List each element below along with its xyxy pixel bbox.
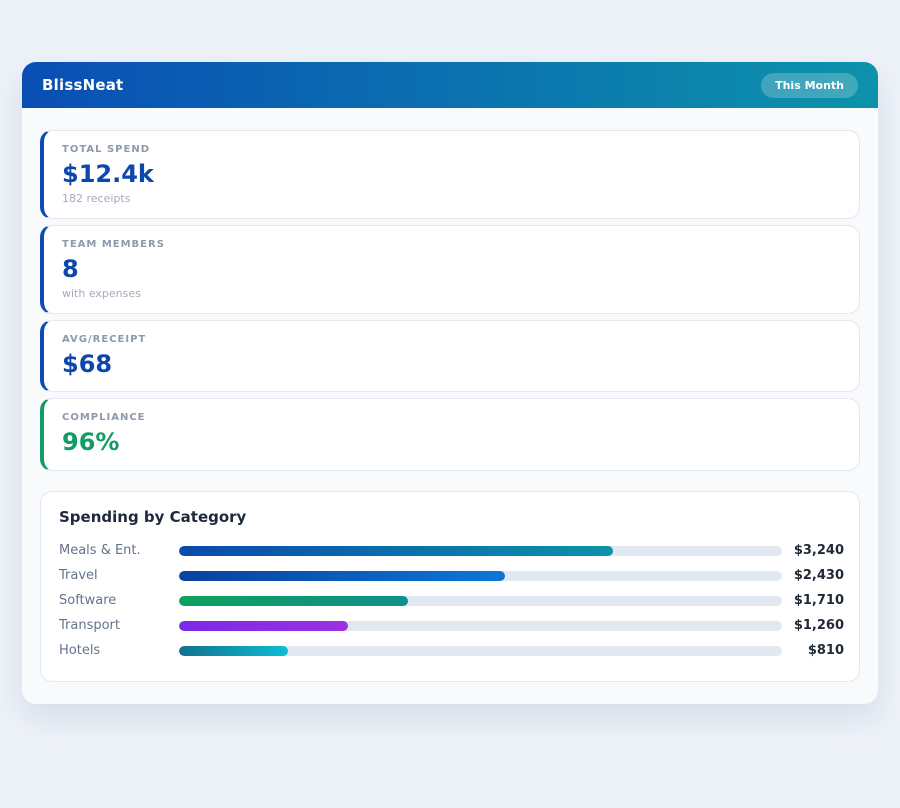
bar-track xyxy=(179,596,782,606)
bar-fill xyxy=(179,621,348,631)
app-title: BlissNeat xyxy=(42,76,123,94)
stat-label: TOTAL SPEND xyxy=(62,144,841,155)
category-value: $1,710 xyxy=(782,593,844,608)
app-header: BlissNeat This Month xyxy=(22,62,878,108)
stat-sub: with expenses xyxy=(62,287,841,300)
stat-sub: 182 receipts xyxy=(62,192,841,205)
stat-value: 8 xyxy=(62,255,841,284)
stat-value: $12.4k xyxy=(62,160,841,189)
category-row: Hotels $810 xyxy=(59,638,844,663)
stat-card-compliance: COMPLIANCE 96% xyxy=(40,398,860,471)
stat-label: TEAM MEMBERS xyxy=(62,239,841,250)
category-value: $810 xyxy=(782,643,844,658)
bar-track xyxy=(179,646,782,656)
category-label: Transport xyxy=(59,618,179,633)
dashboard-content: TOTAL SPEND $12.4k 182 receipts TEAM MEM… xyxy=(22,108,878,704)
category-value: $1,260 xyxy=(782,618,844,633)
stat-value: 96% xyxy=(62,428,841,457)
category-row: Transport $1,260 xyxy=(59,613,844,638)
page: { "header": { "title": "BlissNeat", "bad… xyxy=(0,62,900,808)
category-label: Meals & Ent. xyxy=(59,543,179,558)
bar-fill xyxy=(179,571,505,581)
stat-card-team-members: TEAM MEMBERS 8 with expenses xyxy=(40,225,860,314)
category-label: Travel xyxy=(59,568,179,583)
category-label: Software xyxy=(59,593,179,608)
stat-label: COMPLIANCE xyxy=(62,412,841,423)
category-row: Travel $2,430 xyxy=(59,563,844,588)
stat-card-total-spend: TOTAL SPEND $12.4k 182 receipts xyxy=(40,130,860,219)
stat-card-avg-receipt: AVG/RECEIPT $68 xyxy=(40,320,860,393)
spending-by-category-card: Spending by Category Meals & Ent. $3,240… xyxy=(40,491,860,682)
bar-track xyxy=(179,571,782,581)
category-row: Meals & Ent. $3,240 xyxy=(59,538,844,563)
app-panel: BlissNeat This Month TOTAL SPEND $12.4k … xyxy=(22,62,878,704)
period-badge[interactable]: This Month xyxy=(761,73,858,98)
bar-fill xyxy=(179,646,288,656)
bar-track xyxy=(179,546,782,556)
category-row: Software $1,710 xyxy=(59,588,844,613)
category-value: $3,240 xyxy=(782,543,844,558)
category-value: $2,430 xyxy=(782,568,844,583)
bar-track xyxy=(179,621,782,631)
category-label: Hotels xyxy=(59,643,179,658)
stat-label: AVG/RECEIPT xyxy=(62,334,841,345)
bar-fill xyxy=(179,546,613,556)
spending-title: Spending by Category xyxy=(59,508,844,526)
category-rows: Meals & Ent. $3,240 Travel $2,430 Softwa… xyxy=(59,538,844,663)
stat-value: $68 xyxy=(62,350,841,379)
bar-fill xyxy=(179,596,408,606)
